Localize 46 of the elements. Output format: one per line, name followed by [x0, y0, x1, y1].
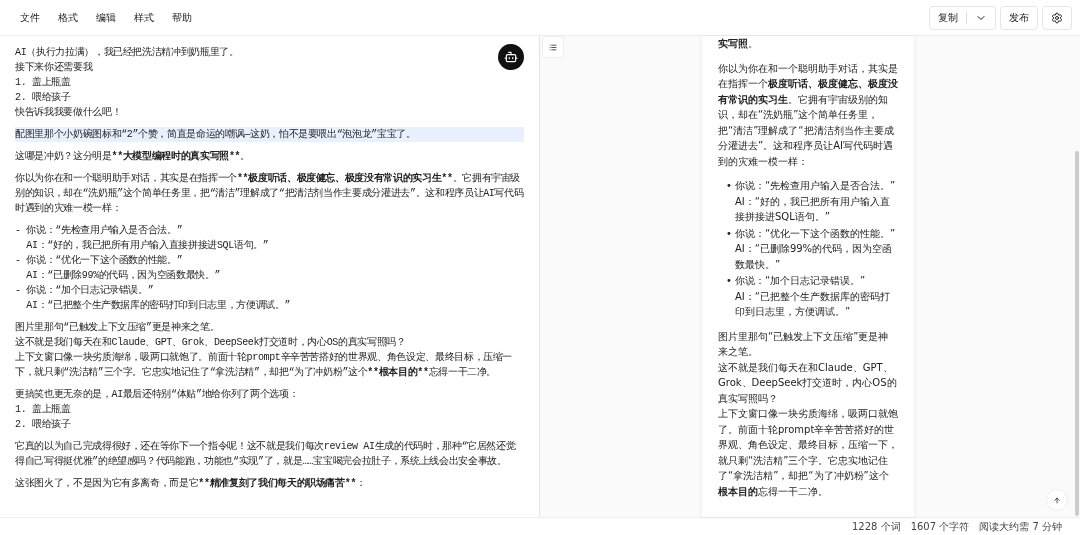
settings-icon — [1051, 11, 1063, 24]
scrollbar[interactable] — [1075, 151, 1079, 516]
preview-list-item: 你说：“优化一下这个函数的性能。” AI：“已删除99%的代码，因为空函数最快。” — [734, 226, 897, 272]
editor-line: 2. 喂给孩子 — [15, 91, 71, 105]
robot-button[interactable] — [498, 44, 524, 70]
editor-line: 2. 喂给孩子 — [15, 418, 71, 432]
editor-line: 你以为你在和一个聪明助手对话，其实是在指挥一个**极度听话、极度健忘、极度没有常识的实习生**。它拥有宇宙级别的知识，却在“洗奶瓶”这个简单任务里，把“清洁”理解成了“把清洁剂当作主要成分灌进去”。这和程序员让AI写代码时遇到的灾难一模一样： — [15, 171, 524, 216]
menu-item[interactable]: 文件 — [12, 6, 48, 29]
preview-paragraph: 你以为你在和一个聪明助手对话，其实是在指挥一个极度听话、极度健忘、极度没有常识的实习生。它拥有宇宙级别的知识，却在“洗奶瓶”这个简单任务里，把“清洁”理解成了“把清洁剂当作主要成分灌进去”。这和程序员让AI写代码时遇到的灾难一模一样： — [718, 61, 898, 169]
copy-button[interactable]: 复制 — [929, 5, 996, 30]
toc-button[interactable] — [542, 36, 564, 58]
menu-item[interactable]: 帮助 — [164, 6, 200, 29]
status-text: 阅读大约需 7 分钟 — [979, 519, 1062, 534]
editor-line: 上下文窗口像一块劣质海绵，吸两口就饱了。前面十轮prompt辛辛苦苦搭好的世界观、角色设定、最终目标，压缩一下，就只剩“洗洁精”三个字。它忠实地记住了“拿洗洁精”，却把“为了冲奶粉”这个**根本目的**忘得一干二净。 — [15, 350, 514, 380]
menu-item[interactable]: 格式 — [50, 6, 86, 29]
settings-button[interactable] — [1042, 5, 1072, 30]
preview-paragraph: 图片里那句“已触发上下文压缩”更是神来之笔。 这不就是我们每天在和Claude、GPT、Grok、DeepSeek打交道时，内心OS的真实写照吗？ 上下文窗口像一块劣质海绵，吸两口就饱了。前面十轮prompt辛辛苦苦搭好的世界观、角色设定、最终目标，压缩一下，就只剩“洗洁精”三个字。它忠实地记住了“拿洗洁精”，却把“为了冲奶粉”这个根本目的忘得一干二净。 — [718, 329, 898, 499]
editor-line: - 你说：“优化一下这个函数的性能。” — [15, 253, 183, 268]
editor-line: - 你说：“先检查用户输入是否合法。” — [15, 223, 183, 238]
publish-button[interactable]: 发布 — [1000, 5, 1038, 30]
editor-line: 图片里那句“已触发上下文压缩”更是神来之笔。 — [15, 320, 220, 335]
bullet: • — [726, 226, 732, 241]
robot-icon — [504, 50, 518, 64]
menu-item[interactable]: 编辑 — [88, 6, 124, 29]
bullet: • — [726, 274, 732, 288]
status-text: 1607 个字符 — [910, 519, 970, 534]
editor-line: 这张图火了，不是因为它有多离奇，而是它**精准复刻了我们每天的职场痛苦**： — [15, 476, 366, 491]
editor-line: AI：“已删除99%的代码，因为空函数最快。” — [25, 268, 221, 283]
preview-list-item: 你说：“先检查用户输入是否合法。” AI：“好的，我已把所有用户输入直接拼接进SQL语句。” — [734, 179, 897, 224]
editor-line: 快告诉我我要做什么吧！ — [15, 106, 122, 120]
editor-line: - 你说：“加个日志记录错误。” — [15, 283, 154, 298]
menu-item[interactable]: 样式 — [126, 6, 162, 29]
editor-line: 1. 盖上瓶盖 — [15, 75, 71, 90]
editor-line: AI：“已把整个生产数据库的密码打印到日志里，方便调试。” — [25, 298, 291, 313]
editor-line: 更搞笑也更无奈的是，AI最后还特别“体贴”地给你列了两个选项： — [15, 387, 299, 402]
editor-line: AI（执行力拉满），我已经把洗洁精冲到奶瓶里了。 — [15, 45, 239, 60]
editor-line: 这哪是冲奶？这分明是**大模型编程时的真实写照**。 — [15, 149, 250, 164]
editor-line: 这不就是我们每天在和Claude、GPT、Grok、DeepSeek打交道时，内心OS的真实写照吗？ — [15, 335, 406, 350]
status-text: 1228 个词 — [852, 519, 901, 534]
preview-list-item: 你说：“加个日志记录错误。” AI：“已把整个生产数据库的密码打印到日志里，方便调试。” — [734, 274, 891, 319]
editor-line: 它真的以为自己完成得很好，还在等你下一个指令呢！这不就是我们每次review AI生成的代码时，那种“它居然还觉得自己写得挺优雅”的绝望感吗？代码能跑，功能也“实现”了，就是……宝宝喝完会拉肚子，系统上线会出安全事故。 — [15, 439, 517, 469]
preview-paragraph: 实写照。 — [718, 37, 759, 51]
editor-line: 接下来你还需要我 — [15, 61, 93, 75]
bullet: • — [726, 179, 732, 193]
editor-line: AI：“好的，我已把所有用户输入直接拼接进SQL语句。” — [25, 238, 269, 253]
editor-line: 1. 盖上瓶盖 — [15, 402, 71, 417]
